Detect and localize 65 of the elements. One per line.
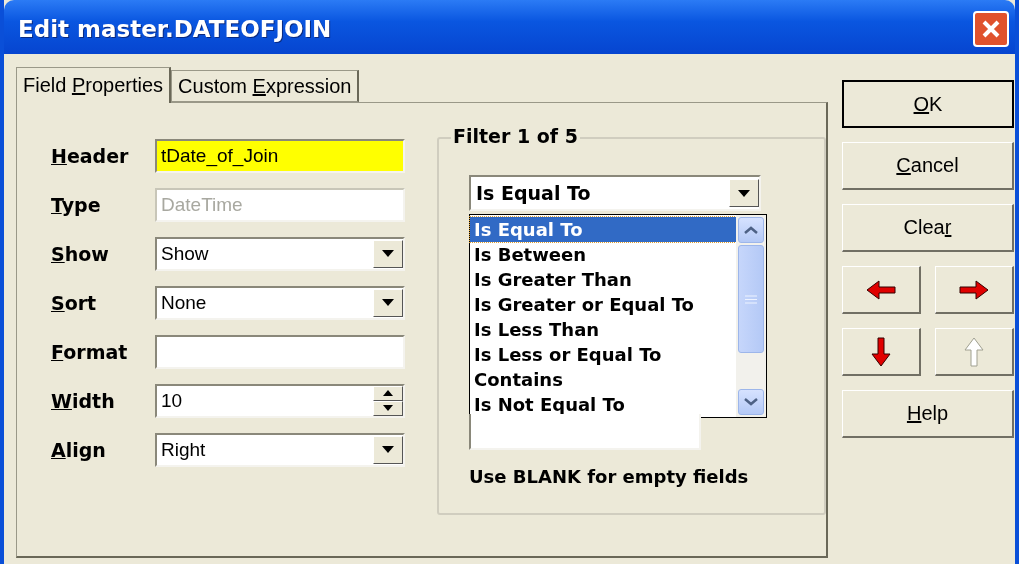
- arrow-right-icon: [958, 277, 990, 302]
- arrow-button[interactable]: [842, 328, 921, 376]
- list-option[interactable]: Is Equal To: [470, 217, 736, 242]
- input-field[interactable]: tDate_of_Join: [155, 138, 405, 173]
- scroll-down-button[interactable]: [738, 389, 764, 415]
- chevron-up-icon: [744, 226, 758, 234]
- arrow-left-icon: [865, 277, 897, 302]
- grip-icon: [745, 294, 757, 304]
- list-option[interactable]: Contains: [470, 367, 736, 392]
- list-option[interactable]: Is Greater or Equal To: [470, 292, 736, 317]
- field-label: Header: [51, 144, 130, 167]
- dropdown-button[interactable]: [729, 179, 759, 207]
- tab[interactable]: Field Properties: [16, 67, 172, 103]
- scrollbar[interactable]: [736, 215, 766, 417]
- field-label: Show: [51, 242, 110, 265]
- scroll-thumb[interactable]: [738, 245, 764, 353]
- dropdown[interactable]: Show: [155, 236, 405, 271]
- dropdown-value: None: [161, 291, 208, 314]
- value-field[interactable]: [469, 414, 701, 450]
- dialog-button[interactable]: OK: [842, 80, 1014, 128]
- operator-dropdown[interactable]: Is Equal To: [469, 175, 761, 211]
- arrow-down-icon: [869, 335, 893, 368]
- help-button[interactable]: Help: [842, 390, 1014, 438]
- list-option[interactable]: Is Between: [470, 242, 736, 267]
- close-button[interactable]: [973, 11, 1009, 47]
- field-label: Align: [51, 438, 107, 461]
- field-label: Width: [51, 389, 116, 412]
- caret-up-icon: [383, 390, 393, 396]
- chevron-down-icon: [744, 398, 758, 406]
- dropdown-button[interactable]: [373, 239, 403, 268]
- list-option[interactable]: Is Less Than: [470, 317, 736, 342]
- window-title: Edit master.DATEOFJOIN: [18, 16, 332, 42]
- dropdown[interactable]: Right: [155, 432, 405, 467]
- caret-down-icon: [383, 405, 393, 411]
- field-value: 10: [161, 389, 184, 412]
- dropdown-value: Right: [161, 438, 207, 461]
- close-icon: [981, 19, 1001, 39]
- input-field[interactable]: [155, 334, 405, 369]
- dropdown-value: Show: [161, 242, 210, 265]
- dialog-button[interactable]: Cancel: [842, 142, 1014, 190]
- dropdown[interactable]: None: [155, 285, 405, 320]
- dropdown-value: Is Equal To: [476, 182, 592, 204]
- list-option[interactable]: Is Not Equal To: [470, 392, 736, 417]
- field-label: Type: [51, 193, 102, 216]
- arrow-up-icon: [962, 335, 986, 368]
- dialog-button[interactable]: Clear: [842, 204, 1014, 252]
- hint-text: Use BLANK for empty fields: [469, 466, 750, 487]
- arrow-button[interactable]: [935, 266, 1014, 314]
- caret-icon: [382, 250, 394, 257]
- caret-icon: [738, 189, 750, 197]
- spin-up-button[interactable]: [373, 385, 403, 401]
- field-value: tDate_of_Join: [161, 144, 280, 167]
- scroll-up-button[interactable]: [738, 217, 764, 243]
- tab[interactable]: Custom Expression: [171, 70, 360, 102]
- spin-field[interactable]: 10: [155, 383, 405, 418]
- field-label: Sort: [51, 291, 98, 314]
- field-label: Format: [51, 340, 129, 363]
- caret-icon: [382, 299, 394, 306]
- dropdown-button[interactable]: [373, 288, 403, 317]
- dropdown-button[interactable]: [373, 435, 403, 464]
- list-option[interactable]: Is Greater Than: [470, 267, 736, 292]
- caret-icon: [382, 446, 394, 453]
- field-value: DateTime: [161, 193, 244, 216]
- list-option[interactable]: Is Less or Equal To: [470, 342, 736, 367]
- arrow-button[interactable]: [842, 266, 921, 314]
